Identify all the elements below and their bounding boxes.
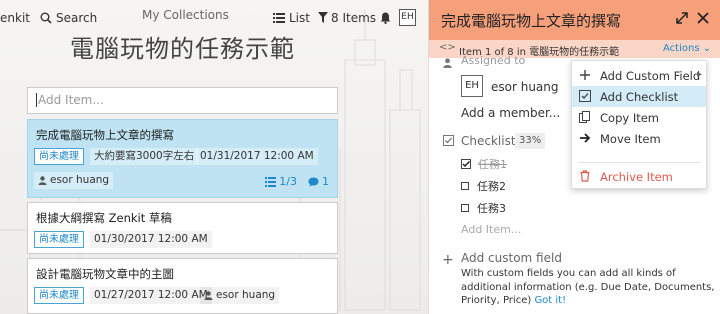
page-title: 電腦玩物的任務示範 [70, 35, 295, 63]
comment-icon [308, 177, 318, 187]
checklist-item-label: 任務2 [477, 180, 506, 193]
list-view-button[interactable]: List [273, 11, 310, 25]
status-badge[interactable]: 尚未處理 [34, 148, 84, 165]
checklist-item[interactable]: 任務2 [461, 178, 506, 194]
checklist-count-icon [264, 177, 276, 187]
custom-field-hint: With custom fields you can add all kinds… [461, 267, 717, 308]
chevron-down-icon: ⌄ [702, 43, 712, 54]
assignee-name: esor huang [216, 289, 276, 301]
person-icon [38, 176, 47, 185]
trash-icon [580, 170, 590, 182]
detail-title[interactable]: 完成電腦玩物上文章的撰寫 [441, 10, 621, 31]
menu-item-add-checklist[interactable]: Add Checklist [572, 86, 706, 107]
card-title: 根據大綱撰寫 Zenkit 草稿 [36, 211, 172, 225]
expand-icon[interactable] [676, 12, 688, 24]
menu-item-label: Move Item [600, 132, 661, 146]
text-caret [36, 93, 37, 107]
collection-title[interactable]: My Collections [142, 8, 229, 22]
item-card[interactable]: 根據大綱撰寫 Zenkit 草稿 尚未處理 01/30/2017 12:00 A… [27, 202, 338, 254]
checklist-item-label: 任務1 [478, 158, 507, 171]
menu-item-label: Add Custom Field [600, 69, 701, 83]
date-chip: 01/31/2017 12:00 AM [196, 148, 318, 165]
menu-item-archive-item[interactable]: Archive Item [572, 166, 706, 187]
menu-item-copy-item[interactable]: Copy Item [572, 107, 706, 128]
filter-icon [318, 12, 328, 23]
search-icon [40, 12, 52, 24]
actions-menu: Add Custom Field ▸ Add Checklist Copy It… [571, 60, 707, 189]
plus-icon [580, 70, 590, 80]
notifications-button[interactable] [380, 12, 391, 27]
checklist-item-label: 任務3 [477, 202, 506, 215]
search-label: Search [56, 11, 98, 25]
list-label: List [289, 11, 310, 25]
person-icon [204, 291, 213, 300]
item-card-selected[interactable]: 完成電腦玩物上文章的撰寫 尚未處理 大約要寫3000字左右 01/31/2017… [27, 119, 338, 198]
status-badge[interactable]: 尚未處理 [34, 231, 84, 248]
search-button[interactable]: Search [40, 11, 97, 25]
got-it-link[interactable]: Got it! [534, 295, 566, 306]
assignee-chip: esor huang [200, 287, 280, 304]
checklist-item-done[interactable]: 任務1 [461, 156, 507, 172]
add-item-input[interactable]: Add Item... [27, 87, 338, 114]
menu-item-add-custom-field[interactable]: Add Custom Field ▸ [572, 65, 706, 86]
menu-item-label: Copy Item [600, 111, 660, 125]
card-title: 設計電腦玩物文章中的主圖 [36, 267, 174, 281]
plus-icon[interactable]: + [442, 252, 454, 268]
item-card[interactable]: 設計電腦玩物文章中的主圖 尚未處理 01/27/2017 12:00 AM es… [27, 258, 338, 314]
assignee-name: esor huang [491, 80, 559, 94]
items-count: 8 Items [331, 11, 377, 25]
note-chip: 大約要寫3000字左右 [90, 148, 199, 165]
comment-count: 1 [322, 175, 329, 188]
assignee-name: esor huang [50, 174, 110, 186]
close-icon[interactable] [697, 12, 709, 24]
checklist-count: 1/3 [279, 175, 297, 188]
code-icon[interactable]: <> [439, 42, 456, 53]
checklist-item[interactable]: 任務3 [461, 200, 506, 216]
add-custom-field-button[interactable]: Add custom field [461, 251, 562, 265]
menu-item-label: Add Checklist [600, 90, 679, 104]
menu-item-label: Archive Item [600, 170, 673, 184]
arrow-right-icon [580, 133, 591, 143]
actions-button[interactable]: Actions ⌄ [663, 43, 711, 54]
add-checklist-item-input[interactable]: Add Item... [461, 223, 521, 236]
checkbox-checked-icon[interactable] [461, 159, 471, 169]
copy-icon [579, 111, 590, 123]
checklist-progress: 33% [515, 133, 546, 149]
add-member-input[interactable]: Add a member... [461, 106, 560, 120]
detail-header: 完成電腦玩物上文章的撰寫 [429, 0, 720, 40]
filter-button[interactable]: 8 Items [318, 11, 376, 25]
checkbox-icon[interactable] [461, 182, 469, 190]
menu-divider [578, 162, 700, 163]
bell-icon [380, 12, 391, 24]
card-title: 完成電腦玩物上文章的撰寫 [36, 128, 174, 142]
actions-label: Actions [663, 43, 700, 54]
custom-field-description: With custom fields you can add all kinds… [461, 268, 715, 306]
assignee-chip: esor huang [34, 172, 114, 189]
assigned-label: Assigned to [461, 54, 526, 67]
collection-pane: enkit Search My Collections List 8 Items… [0, 0, 428, 314]
date-chip: 01/27/2017 12:00 AM [90, 287, 212, 304]
checklist-icon [443, 135, 454, 146]
user-avatar[interactable]: EH [399, 9, 416, 26]
checklist-label[interactable]: Checklist [461, 134, 516, 148]
date-chip: 01/30/2017 12:00 AM [90, 231, 212, 248]
checklist-icon [579, 90, 591, 102]
status-badge[interactable]: 尚未處理 [34, 287, 84, 304]
assignee-avatar[interactable]: EH [461, 75, 483, 97]
menu-item-move-item[interactable]: Move Item [572, 128, 706, 149]
checkbox-icon[interactable] [461, 204, 469, 212]
app-brand[interactable]: enkit [0, 11, 30, 25]
list-icon [273, 13, 285, 23]
card-counters: 1/3 1 [264, 175, 329, 188]
person-icon [443, 58, 452, 68]
chevron-right-icon: ▸ [697, 69, 703, 80]
add-item-placeholder: Add Item... [38, 93, 104, 107]
